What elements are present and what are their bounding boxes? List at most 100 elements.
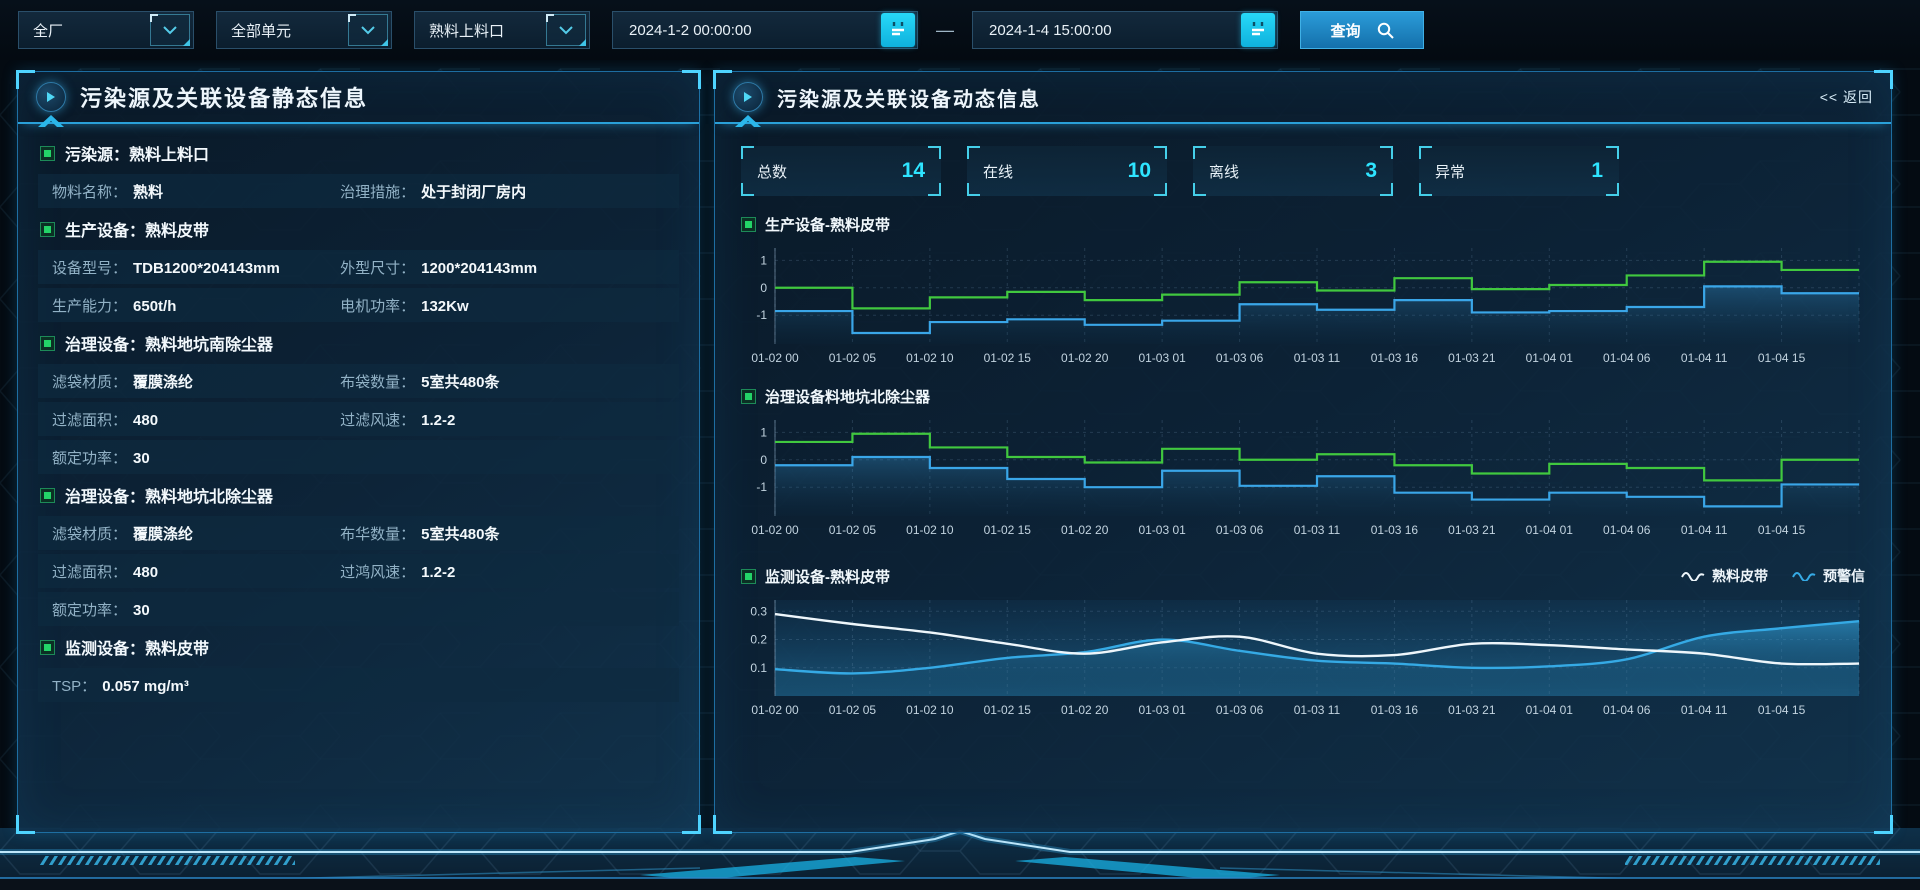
legend-label: 预警信 <box>1823 566 1865 586</box>
field-value: 1.2-2 <box>421 564 455 581</box>
svg-text:-1: -1 <box>756 308 767 322</box>
wavy-line-icon <box>1792 571 1816 581</box>
svg-text:01-03 21: 01-03 21 <box>1448 703 1496 717</box>
svg-text:01-03 06: 01-03 06 <box>1216 703 1264 717</box>
field-label: TSP： <box>52 675 96 696</box>
chart-title: 生产设备-熟料皮带 <box>765 214 890 235</box>
field-label: 滤袋材质： <box>52 371 127 392</box>
field-row: 设备型号：TDB1200*204143mm外型尺寸：1200*204143mm <box>38 250 679 284</box>
chart-title: 治理设备料地坑北除尘器 <box>765 386 930 407</box>
field-row: 过滤面积：480过滤风速：1.2-2 <box>38 402 679 436</box>
status-summary-row: 总数 14 在线 10 离线 3 异常 1 <box>741 146 1865 196</box>
section-row: 治理设备：熟料地坑南除尘器 <box>38 326 679 360</box>
section-row: 污染源：熟料上料口 <box>38 136 679 170</box>
field-label: 过滤面积： <box>52 409 127 430</box>
field-value: 30 <box>133 602 150 619</box>
select-point-value: 熟料上料口 <box>429 20 504 41</box>
page-title: 污染源及关联设备静态信息 <box>80 81 368 113</box>
stat-total: 总数 14 <box>741 146 941 196</box>
stat-value: 1 <box>1591 159 1603 183</box>
svg-text:01-04 11: 01-04 11 <box>1681 523 1728 537</box>
calendar-glyph <box>1248 20 1268 40</box>
svg-text:1: 1 <box>760 425 767 439</box>
field-label: 治理措施： <box>340 181 415 202</box>
svg-text:01-03 01: 01-03 01 <box>1138 351 1186 365</box>
step-chart-production[interactable]: 10-101-02 0001-02 0501-02 1001-02 1501-0… <box>741 240 1867 368</box>
svg-text:01-02 20: 01-02 20 <box>1061 523 1109 537</box>
svg-text:01-02 20: 01-02 20 <box>1061 703 1109 717</box>
step-chart-treatment[interactable]: 10-101-02 0001-02 0501-02 1001-02 1501-0… <box>741 412 1867 540</box>
chevron-down-icon[interactable] <box>348 14 388 46</box>
svg-text:01-03 11: 01-03 11 <box>1294 351 1341 365</box>
field-label: 过滤风速： <box>340 409 415 430</box>
field-value: 覆膜涤纶 <box>133 523 193 544</box>
field: 布袋数量： 5室共480条 <box>340 371 499 392</box>
field-label: 过鸿风速： <box>340 561 415 582</box>
calendar-icon[interactable] <box>881 13 915 47</box>
legend-item-material-belt[interactable]: 熟料皮带 <box>1681 566 1768 586</box>
svg-text:01-04 01: 01-04 01 <box>1526 703 1574 717</box>
section-row: 监测设备：熟料皮带 <box>38 630 679 664</box>
calendar-icon[interactable] <box>1241 13 1275 47</box>
section-title: 生产设备：熟料皮带 <box>65 217 209 241</box>
panel-corner <box>713 70 732 89</box>
field-label: 布华数量： <box>340 523 415 544</box>
svg-text:1: 1 <box>760 253 767 267</box>
line-chart-monitor[interactable]: 0.10.20.301-02 0001-02 0501-02 1001-02 1… <box>741 592 1867 720</box>
svg-text:01-04 15: 01-04 15 <box>1758 523 1806 537</box>
field-row: TSP：0.057 mg/m³ <box>38 668 679 702</box>
field: 额定功率：30 <box>52 599 340 620</box>
panel-corner <box>16 815 35 834</box>
svg-text:01-04 06: 01-04 06 <box>1603 523 1651 537</box>
stat-value: 10 <box>1128 159 1151 183</box>
play-icon <box>733 82 763 112</box>
date-start-input[interactable]: 2024-1-2 00:00:00 <box>612 11 918 49</box>
green-square-icon <box>741 217 756 232</box>
select-unit[interactable]: 全部单元 <box>216 11 392 49</box>
svg-text:01-04 11: 01-04 11 <box>1681 351 1728 365</box>
field-value: TDB1200*204143mm <box>133 260 280 277</box>
header-chevron-decoration <box>38 114 64 132</box>
svg-text:01-03 06: 01-03 06 <box>1216 523 1264 537</box>
legend-item-warning[interactable]: 预警信 <box>1792 566 1865 586</box>
play-icon <box>36 82 66 112</box>
select-point[interactable]: 熟料上料口 <box>414 11 590 49</box>
svg-text:01-04 15: 01-04 15 <box>1758 351 1806 365</box>
back-button[interactable]: << 返回 <box>1820 87 1873 107</box>
svg-text:01-04 01: 01-04 01 <box>1526 351 1574 365</box>
svg-text:01-02 10: 01-02 10 <box>906 351 954 365</box>
svg-text:0.3: 0.3 <box>750 604 767 618</box>
field-value: 5室共480条 <box>421 371 499 392</box>
field: 额定功率：30 <box>52 447 340 468</box>
field: 布华数量：5室共480条 <box>340 523 499 544</box>
chevron-down-icon[interactable] <box>546 14 586 46</box>
select-plant[interactable]: 全厂 <box>18 11 194 49</box>
panel-corner <box>682 70 701 89</box>
field-value: 处于封闭厂房内 <box>421 181 526 202</box>
field: 外型尺寸：1200*204143mm <box>340 257 537 278</box>
chart-treatment-equipment: 治理设备料地坑北除尘器 10-101-02 0001-02 0501-02 10… <box>741 384 1865 540</box>
select-unit-value: 全部单元 <box>231 20 291 41</box>
dynamic-panel-header: 污染源及关联设备动态信息 << 返回 <box>715 72 1891 124</box>
field-value: 480 <box>133 412 158 429</box>
stat-value: 14 <box>902 159 925 183</box>
query-button[interactable]: 查询 <box>1300 11 1424 49</box>
svg-text:01-02 15: 01-02 15 <box>984 703 1032 717</box>
svg-text:01-02 00: 01-02 00 <box>751 703 799 717</box>
field: 治理措施： 处于封闭厂房内 <box>340 181 526 202</box>
svg-text:01-03 01: 01-03 01 <box>1138 523 1186 537</box>
date-end-input[interactable]: 2024-1-4 15:00:00 <box>972 11 1278 49</box>
panel-corner <box>16 70 35 89</box>
svg-text:01-04 06: 01-04 06 <box>1603 703 1651 717</box>
legend-label: 熟料皮带 <box>1712 566 1768 586</box>
field: 物料名称：熟料 <box>52 181 340 202</box>
static-info-rows: 污染源：熟料上料口物料名称：熟料治理措施：处于封闭厂房内生产设备：熟料皮带设备型… <box>18 124 699 702</box>
stat-value: 3 <box>1365 159 1377 183</box>
chevron-down-icon[interactable] <box>150 14 190 46</box>
svg-text:01-04 15: 01-04 15 <box>1758 703 1806 717</box>
svg-text:01-02 10: 01-02 10 <box>906 703 954 717</box>
date-end-value: 2024-1-4 15:00:00 <box>989 22 1112 39</box>
field-row: 滤袋材质：覆膜涤纶布袋数量：5室共480条 <box>38 364 679 398</box>
field-row: 额定功率：30 <box>38 592 679 626</box>
field-label: 布袋数量： <box>340 371 415 392</box>
